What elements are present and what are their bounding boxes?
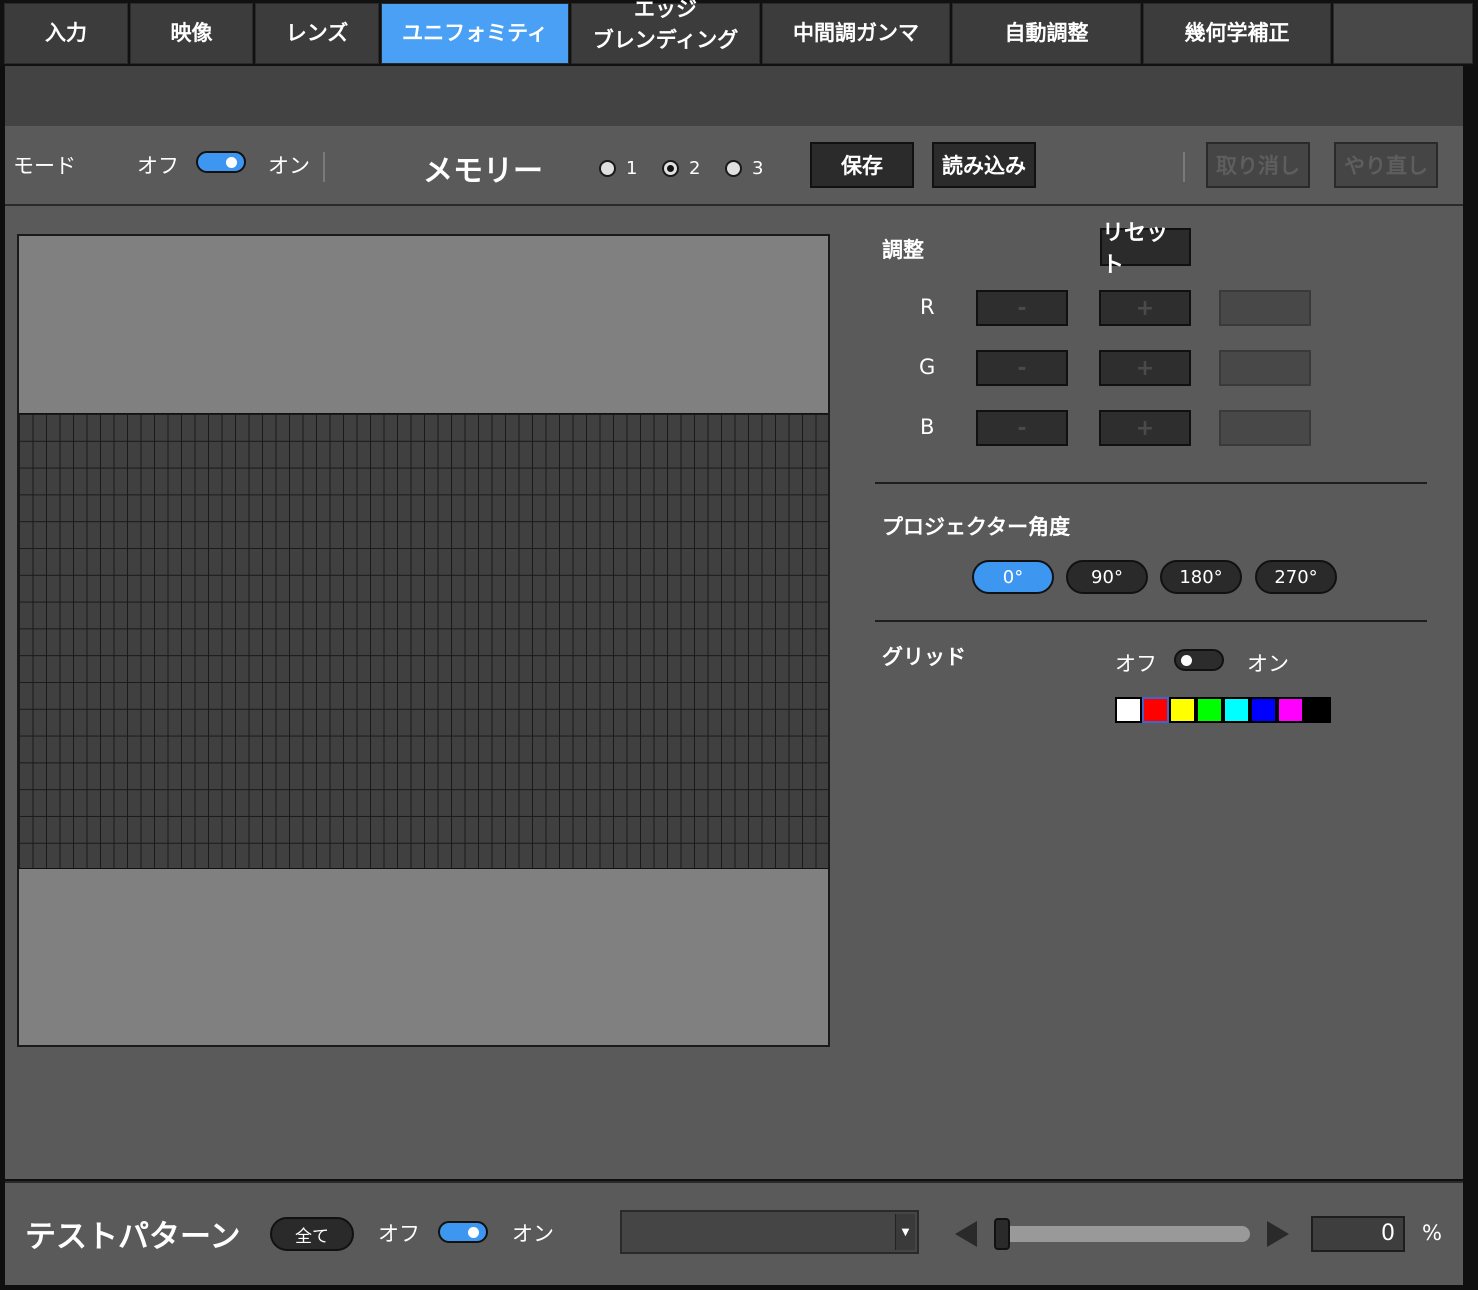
radio-1-icon	[599, 160, 616, 177]
top-strip	[5, 66, 1463, 126]
test-pattern-all-button[interactable]: 全て	[270, 1217, 354, 1251]
g-minus-button[interactable]: -	[976, 350, 1068, 386]
grid-off-label: オフ	[1115, 652, 1157, 676]
slider-thumb[interactable]	[994, 1218, 1010, 1250]
adjustment-grid[interactable]	[19, 413, 828, 869]
mode-toggle-knob	[226, 157, 237, 168]
tab-lens[interactable]: レンズ	[255, 3, 379, 64]
b-value-field[interactable]	[1219, 410, 1311, 446]
grid-color-swatch-5[interactable]	[1250, 697, 1277, 723]
radio-2-selected-icon	[662, 160, 679, 177]
angle-180-button[interactable]: 180°	[1160, 560, 1242, 594]
grid-color-swatch-6[interactable]	[1277, 697, 1304, 723]
uniformity-preview[interactable]	[17, 234, 830, 1047]
chevron-down-icon[interactable]: ▼	[895, 1214, 915, 1250]
divider	[323, 152, 325, 182]
test-pattern-toggle[interactable]	[438, 1221, 488, 1243]
b-minus-button[interactable]: -	[976, 410, 1068, 446]
memory-slot-1[interactable]: 1	[599, 158, 637, 179]
load-button[interactable]: 読み込み	[932, 142, 1036, 188]
tab-edge-blending-line2: ブレンディング	[592, 27, 739, 52]
grid-color-swatch-4[interactable]	[1223, 697, 1250, 723]
tab-empty	[1333, 3, 1473, 64]
g-plus-button[interactable]: +	[1099, 350, 1191, 386]
angle-270-button[interactable]: 270°	[1255, 560, 1337, 594]
grid-color-swatch-1[interactable]	[1142, 697, 1169, 723]
grid-color-swatch-2[interactable]	[1169, 697, 1196, 723]
projector-angle-title: プロジェクター角度	[882, 515, 1071, 539]
grid-toggle-knob	[1181, 655, 1192, 666]
test-pattern-dropdown[interactable]: ▼	[620, 1210, 919, 1254]
angle-90-button[interactable]: 90°	[1066, 560, 1148, 594]
b-plus-button[interactable]: +	[1099, 410, 1191, 446]
mode-on-label: オン	[268, 154, 310, 178]
adjust-title: 調整	[882, 238, 924, 262]
test-pattern-level-slider[interactable]	[1000, 1226, 1250, 1242]
grid-color-palette	[1115, 697, 1331, 723]
divider-2	[1183, 152, 1185, 182]
channel-b-label: B	[920, 415, 935, 439]
tab-uniformity[interactable]: ユニフォミティ	[381, 3, 569, 64]
save-button[interactable]: 保存	[810, 142, 914, 188]
increase-arrow-icon[interactable]	[1267, 1221, 1289, 1247]
r-minus-button[interactable]: -	[976, 290, 1068, 326]
test-pattern-toggle-knob	[468, 1227, 479, 1238]
grid-title: グリッド	[882, 645, 966, 669]
level-value-field[interactable]: 0	[1311, 1216, 1405, 1252]
redo-button[interactable]: やり直し	[1334, 142, 1438, 188]
grid-toggle[interactable]	[1174, 649, 1224, 671]
tab-geometric-correction[interactable]: 幾何学補正	[1143, 3, 1331, 64]
memory-toolbar: モード オフ オン メモリー 1 2 3 保存 読み込み 取り消し やり直し	[5, 126, 1463, 206]
grid-color-swatch-3[interactable]	[1196, 697, 1223, 723]
undo-button[interactable]: 取り消し	[1206, 142, 1310, 188]
level-unit-label: %	[1422, 1221, 1442, 1245]
mode-label: モード	[13, 154, 76, 178]
reset-button[interactable]: リセット	[1100, 221, 1191, 278]
grid-color-swatch-7[interactable]	[1304, 697, 1331, 723]
test-pattern-bar: テストパターン 全て オフ オン ▼ 0 %	[5, 1181, 1463, 1285]
memory-slot-2[interactable]: 2	[662, 158, 700, 179]
main-panel: モード オフ オン メモリー 1 2 3 保存 読み込み 取り消し やり直し 調…	[5, 66, 1463, 1179]
test-pattern-off-label: オフ	[378, 1222, 420, 1246]
tab-midtone-gamma[interactable]: 中間調ガンマ	[762, 3, 950, 64]
g-value-field[interactable]	[1219, 350, 1311, 386]
memory-slot-2-label: 2	[689, 158, 701, 179]
channel-g-label: G	[919, 355, 936, 379]
divider-angle	[875, 620, 1427, 622]
tab-input[interactable]: 入力	[4, 3, 128, 64]
decrease-arrow-icon[interactable]	[955, 1221, 977, 1247]
memory-slot-3[interactable]: 3	[725, 158, 763, 179]
tab-edge-blending-line1: エッジ	[634, 0, 697, 21]
memory-slot-3-label: 3	[752, 158, 764, 179]
test-pattern-on-label: オン	[512, 1222, 554, 1246]
test-pattern-title: テストパターン	[25, 1219, 241, 1255]
memory-slot-1-label: 1	[626, 158, 638, 179]
radio-3-icon	[725, 160, 742, 177]
channel-r-label: R	[920, 295, 935, 319]
mode-toggle[interactable]	[196, 151, 246, 173]
grid-color-swatch-0[interactable]	[1115, 697, 1142, 723]
memory-title: メモリー	[423, 154, 543, 189]
r-value-field[interactable]	[1219, 290, 1311, 326]
tab-auto-adjust[interactable]: 自動調整	[952, 3, 1141, 64]
tab-edge-blending[interactable]: エッジ ブレンディング	[571, 0, 760, 64]
mode-off-label: オフ	[137, 154, 179, 178]
tab-video[interactable]: 映像	[130, 3, 253, 64]
angle-0-button[interactable]: 0°	[972, 560, 1054, 594]
r-plus-button[interactable]: +	[1099, 290, 1191, 326]
divider-adjust	[875, 482, 1427, 484]
tab-bar: 入力 映像 レンズ ユニフォミティ エッジ ブレンディング 中間調ガンマ 自動調…	[0, 0, 1478, 66]
grid-on-label: オン	[1247, 652, 1289, 676]
